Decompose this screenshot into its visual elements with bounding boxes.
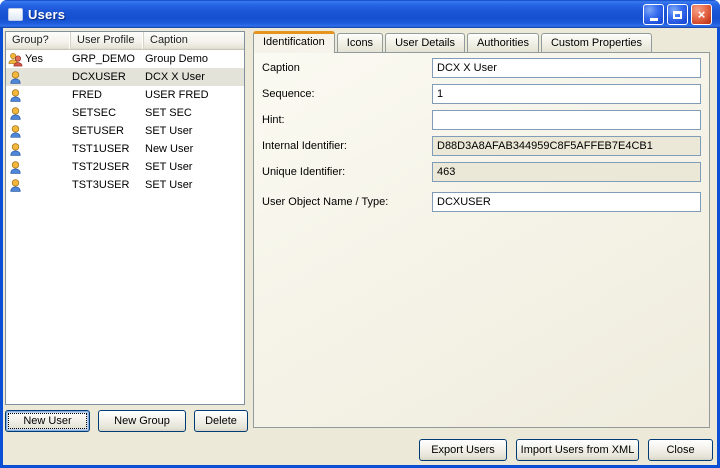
maximize-icon: [673, 10, 682, 19]
group-cell: [6, 160, 70, 175]
column-header-user-profile[interactable]: User Profile: [70, 32, 143, 49]
identification-tab-panel: Caption Sequence: Hint: Internal Identifier…: [253, 52, 710, 428]
tab-strip: Identification Icons User Details Authoriti…: [253, 30, 710, 53]
user-icon: [8, 160, 23, 175]
detail-tab-control: Identification Icons User Details Authoriti…: [253, 30, 710, 428]
group-cell: [6, 88, 70, 103]
sequence-field[interactable]: [432, 84, 701, 104]
hint-row: Hint:: [262, 110, 701, 130]
dialog-action-buttons: Export Users Import Users from XML Close: [419, 439, 713, 461]
caption-cell: SET User: [145, 179, 193, 191]
minimize-button[interactable]: [643, 4, 664, 25]
list-action-buttons: New User New Group Delete: [5, 410, 248, 432]
list-header[interactable]: Group? User Profile Caption: [6, 32, 244, 50]
close-icon: ×: [697, 7, 706, 22]
user-object-name-type-row: User Object Name / Type:: [262, 192, 701, 212]
table-row[interactable]: TST3USER SET User: [6, 176, 244, 194]
group-cell: [6, 124, 70, 139]
tab-user-details[interactable]: User Details: [385, 33, 465, 52]
group-cell: [6, 106, 70, 121]
table-row[interactable]: Yes GRP_DEMO Group Demo: [6, 50, 244, 68]
internal-identifier-row: Internal Identifier:: [262, 136, 701, 156]
table-row[interactable]: TST2USER SET User: [6, 158, 244, 176]
group-cell: Yes: [6, 52, 70, 67]
user-profile-cell: TST3USER: [72, 179, 130, 191]
caption-cell: SET User: [145, 161, 193, 173]
internal-identifier-label: Internal Identifier:: [262, 140, 347, 152]
user-profile-cell: SETUSER: [72, 125, 124, 137]
user-profile-cell: FRED: [72, 89, 102, 101]
export-users-button[interactable]: Export Users: [419, 439, 507, 461]
group-icon: [8, 52, 23, 67]
caption-cell: SET User: [145, 125, 193, 137]
new-group-button[interactable]: New Group: [98, 410, 186, 432]
delete-button[interactable]: Delete: [194, 410, 248, 432]
sequence-row: Sequence:: [262, 84, 701, 104]
internal-identifier-field: [432, 136, 701, 156]
caption-cell: USER FRED: [145, 89, 209, 101]
tab-authorities[interactable]: Authorities: [466, 33, 539, 52]
user-profile-cell: TST2USER: [72, 161, 130, 173]
caption-cell: DCX X User: [145, 71, 205, 83]
new-user-button[interactable]: New User: [5, 410, 90, 432]
close-dialog-button[interactable]: Close: [648, 439, 713, 461]
group-flag: Yes: [25, 53, 43, 65]
table-row[interactable]: SETSEC SET SEC: [6, 104, 244, 122]
column-header-group[interactable]: Group?: [6, 32, 70, 49]
unique-identifier-field: [432, 162, 701, 182]
user-icon: [8, 178, 23, 193]
hint-field[interactable]: [432, 110, 701, 130]
window-title: Users: [28, 6, 66, 22]
close-button[interactable]: ×: [691, 4, 712, 25]
tab-custom-properties[interactable]: Custom Properties: [540, 33, 653, 52]
group-cell: [6, 70, 70, 85]
caption-cell: SET SEC: [145, 107, 192, 119]
minimize-icon: [649, 18, 658, 21]
tab-icons[interactable]: Icons: [336, 33, 384, 52]
title-bar[interactable]: Users ×: [0, 0, 720, 28]
user-profile-cell: DCXUSER: [72, 71, 126, 83]
user-icon: [8, 106, 23, 121]
user-object-name-type-field[interactable]: [432, 192, 701, 212]
identification-form: Caption Sequence: Hint: Internal Identifier…: [262, 58, 701, 212]
import-users-from-xml-button[interactable]: Import Users from XML: [516, 439, 639, 461]
user-icon: [8, 88, 23, 103]
table-row[interactable]: FRED USER FRED: [6, 86, 244, 104]
user-profile-cell: SETSEC: [72, 107, 117, 119]
user-icon: [8, 124, 23, 139]
group-cell: [6, 142, 70, 157]
table-row[interactable]: TST1USER New User: [6, 140, 244, 158]
dialog-client-area: Group? User Profile Caption Yes GRP_DEMO G…: [3, 28, 717, 465]
caption-row: Caption: [262, 58, 701, 78]
sequence-label: Sequence:: [262, 88, 315, 100]
maximize-button[interactable]: [667, 4, 688, 25]
user-profile-cell: TST1USER: [72, 143, 130, 155]
users-list[interactable]: Group? User Profile Caption Yes GRP_DEMO G…: [5, 31, 245, 405]
tab-identification[interactable]: Identification: [253, 31, 335, 53]
user-icon: [8, 142, 23, 157]
unique-identifier-row: Unique Identifier:: [262, 162, 701, 182]
table-row[interactable]: DCXUSER DCX X User: [6, 68, 244, 86]
users-dialog-window: Users × Group? User Profile Caption Yes G…: [0, 0, 720, 468]
caption-cell: Group Demo: [145, 53, 208, 65]
list-rows: Yes GRP_DEMO Group Demo DCXUSER DCX X User FR…: [6, 50, 244, 194]
caption-cell: New User: [145, 143, 194, 155]
table-row[interactable]: SETUSER SET User: [6, 122, 244, 140]
hint-label: Hint:: [262, 114, 285, 126]
unique-identifier-label: Unique Identifier:: [262, 166, 346, 178]
caption-label: Caption: [262, 62, 300, 74]
column-header-caption[interactable]: Caption: [143, 32, 244, 49]
caption-field[interactable]: [432, 58, 701, 78]
user-icon: [8, 70, 23, 85]
user-object-name-type-label: User Object Name / Type:: [262, 196, 389, 208]
user-profile-cell: GRP_DEMO: [72, 53, 135, 65]
group-cell: [6, 178, 70, 193]
window-icon: [8, 7, 23, 21]
